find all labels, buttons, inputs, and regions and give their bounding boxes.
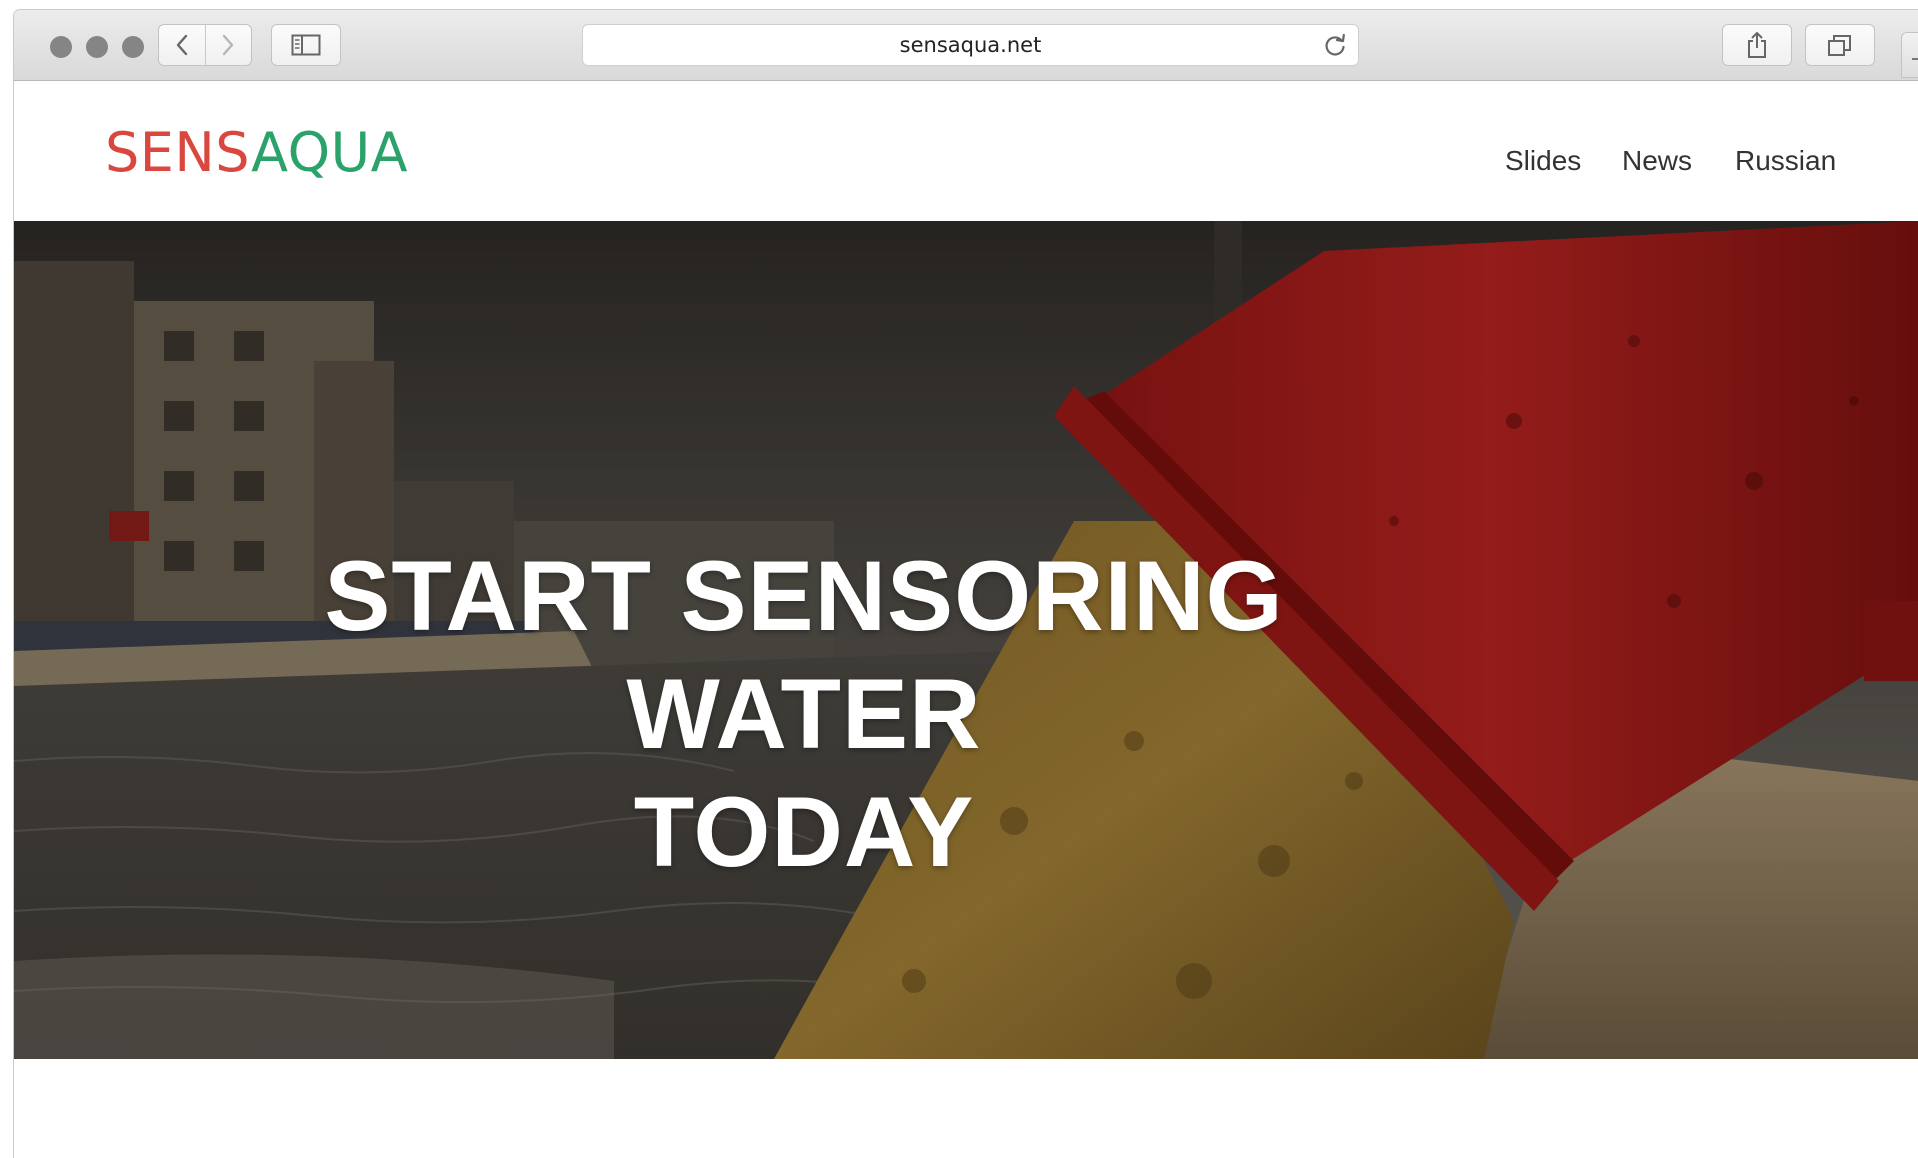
hero-banner: START SENSORING WATER TODAY [14,221,1918,1059]
show-tabs-button[interactable] [1805,24,1875,66]
nav-news-link[interactable]: News [1622,145,1692,177]
minimize-window-button[interactable] [86,36,108,58]
hero-headline-line1: START SENSORING WATER [324,540,1284,769]
chevron-right-icon [223,34,234,56]
site-header: SENSAQUA Slides News Russian [14,81,1918,221]
forward-button[interactable] [204,25,252,65]
share-button[interactable] [1722,24,1792,66]
nav-slides-link[interactable]: Slides [1505,145,1581,177]
back-button[interactable] [159,25,205,65]
browser-window: sensaqua.net SENSAQUA Slides News Russia… [13,9,1918,1158]
sidebar-icon [291,34,321,56]
close-window-button[interactable] [50,36,72,58]
hero-headline: START SENSORING WATER TODAY [184,537,1424,891]
hero-headline-line2: TODAY [633,776,975,887]
sidebar-button[interactable] [271,24,341,66]
logo-aqua: AQUA [251,121,409,184]
browser-toolbar: sensaqua.net [14,10,1918,81]
tabs-overview-icon [1828,35,1851,56]
url-text: sensaqua.net [899,33,1042,57]
plus-icon [1912,58,1918,60]
zoom-window-button[interactable] [122,36,144,58]
site-logo[interactable]: SENSAQUA [105,126,408,180]
logo-sens: SENS [105,121,252,184]
nav-russian-link[interactable]: Russian [1735,145,1836,177]
address-bar[interactable]: sensaqua.net [582,24,1359,66]
new-tab-button[interactable] [1901,32,1918,78]
history-nav [158,24,252,66]
share-icon [1748,32,1766,58]
reload-icon[interactable] [1322,33,1348,59]
chevron-left-icon [176,34,187,56]
